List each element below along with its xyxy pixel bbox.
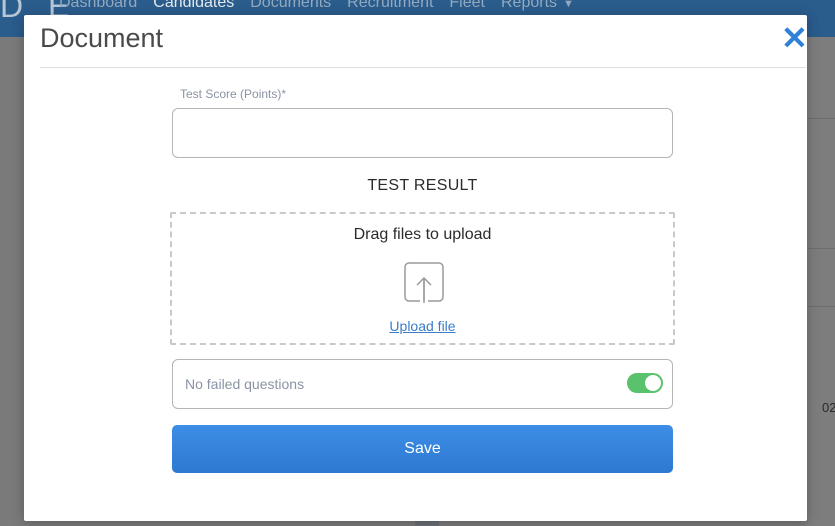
- nav-link-reports[interactable]: Reports ▼: [501, 0, 574, 12]
- nav-link-fleet[interactable]: Fleet: [449, 0, 485, 12]
- failed-questions-row: No failed questions: [172, 359, 673, 409]
- background-divider: [808, 248, 835, 249]
- no-failed-questions-toggle[interactable]: [627, 373, 663, 393]
- file-dropzone[interactable]: Drag files to upload Upload file: [170, 212, 675, 345]
- background-divider: [808, 306, 835, 307]
- toggle-knob: [645, 375, 661, 391]
- close-icon[interactable]: ✕: [781, 22, 808, 54]
- background-text-fragment: 02: [822, 400, 835, 415]
- upload-icon[interactable]: [404, 262, 444, 304]
- nav-link-reports-label: Reports: [500, 0, 558, 11]
- document-modal: Document ✕ Test Score (Points)* TEST RES…: [24, 15, 808, 521]
- nav-link-dashboard[interactable]: Dashboard: [59, 0, 137, 12]
- save-button[interactable]: Save: [172, 425, 673, 473]
- test-score-label: Test Score (Points)*: [180, 87, 287, 101]
- background-scroll-element: [415, 521, 439, 526]
- modal-title: Document: [40, 23, 164, 53]
- modal-divider: [40, 67, 806, 68]
- background-divider: [808, 118, 835, 119]
- nav-links: Dashboard Candidates Documents Recruitme…: [59, 0, 574, 12]
- toggle-label: No failed questions: [185, 376, 305, 392]
- test-score-input[interactable]: [172, 108, 673, 158]
- nav-link-candidates[interactable]: Candidates: [153, 0, 234, 12]
- chevron-down-icon: ▼: [563, 0, 574, 10]
- background-panel: [808, 37, 835, 526]
- dropzone-text: Drag files to upload: [353, 226, 492, 243]
- nav-link-recruitment[interactable]: Recruitment: [347, 0, 433, 12]
- test-result-heading: TEST RESULT: [367, 177, 478, 194]
- upload-file-link[interactable]: Upload file: [172, 318, 673, 334]
- nav-link-documents[interactable]: Documents: [250, 0, 331, 12]
